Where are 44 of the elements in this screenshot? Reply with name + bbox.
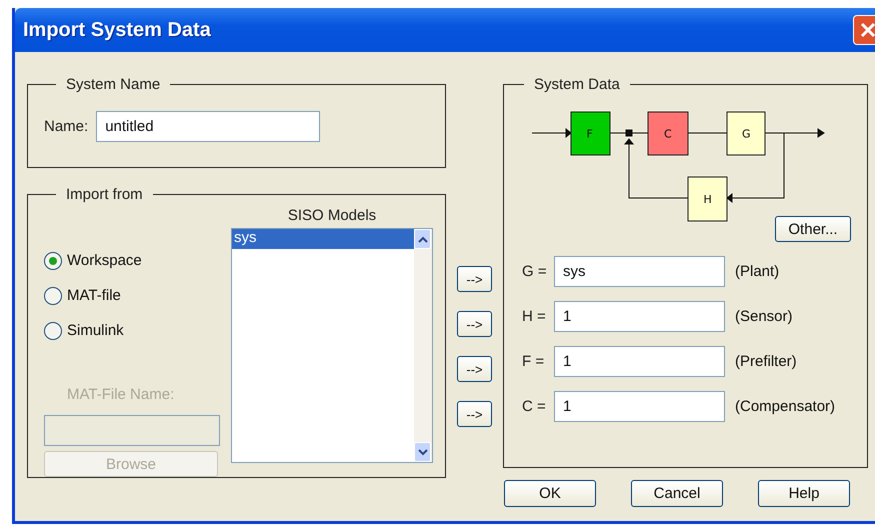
window-title: Import System Data [23, 18, 212, 42]
dialog-button[interactable]: Cancel [631, 480, 723, 507]
source-radio[interactable]: Workspace [44, 243, 231, 278]
radio-circle-icon[interactable] [44, 252, 62, 270]
field-hint: (Prefilter) [735, 353, 797, 370]
transfer-field[interactable]: 1 [554, 346, 725, 377]
field-label: C = [521, 398, 547, 415]
diagram-block: F [570, 112, 610, 156]
diagram-block: C [648, 112, 688, 156]
name-field[interactable]: untitled [96, 111, 320, 142]
radio-circle-icon[interactable] [44, 286, 62, 304]
other-button[interactable]: Other... [775, 216, 851, 242]
field-label: H = [521, 308, 547, 325]
list-item[interactable]: sys [232, 229, 414, 249]
name-label: Name: [44, 118, 88, 135]
transfer-button[interactable]: --> [457, 266, 492, 292]
models-list[interactable]: sys [231, 228, 433, 463]
list-heading: SISO Models [288, 207, 376, 224]
transfer-field[interactable]: 1 [554, 391, 725, 422]
transfer-button[interactable]: --> [457, 401, 492, 427]
group-title: Import from [65, 186, 144, 203]
dialog-button[interactable]: Help [758, 480, 850, 507]
transfer-button[interactable]: --> [457, 311, 492, 337]
transfer-field[interactable]: 1 [554, 301, 725, 332]
scroll-down-icon [418, 448, 428, 456]
close-icon [860, 22, 875, 38]
source-radio[interactable]: Simulink [44, 313, 231, 348]
radio-circle-icon[interactable] [44, 322, 62, 340]
diagram-block: H [688, 176, 728, 222]
scroll-up-icon [418, 236, 428, 242]
field-label: F = [521, 353, 546, 370]
mat-file-label: MAT-File Name: [67, 386, 176, 403]
field-hint: (Sensor) [735, 308, 793, 325]
diagram-block: G [726, 112, 766, 156]
field-hint: (Plant) [735, 263, 780, 280]
field-hint: (Compensator) [735, 398, 836, 415]
source-radio[interactable]: MAT-file [44, 278, 231, 313]
field-label: G = [521, 263, 548, 280]
group-title: System Data [533, 76, 621, 93]
dialog-button[interactable]: OK [504, 480, 596, 507]
group-title: System Name [65, 76, 162, 93]
transfer-field[interactable]: sys [554, 256, 725, 287]
close-button[interactable] [853, 15, 875, 45]
transfer-button[interactable]: --> [457, 356, 492, 382]
